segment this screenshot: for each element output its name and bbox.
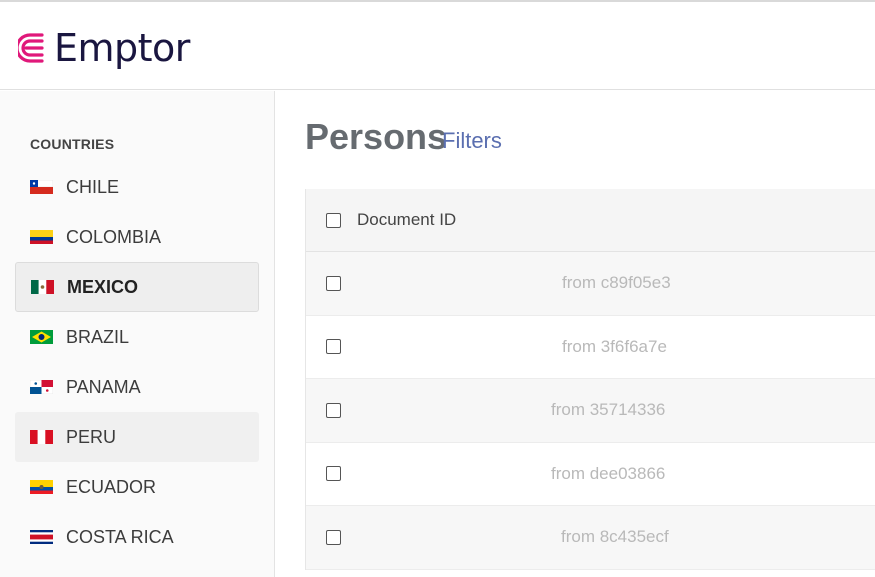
sidebar-item-label: BRAZIL bbox=[66, 326, 130, 347]
document-id-cell: from 35714336 bbox=[551, 400, 666, 420]
document-id-cell: from 8c435ecf bbox=[561, 527, 669, 547]
sidebar-item-label: MEXICO bbox=[67, 276, 139, 297]
sidebar-item-label: PANAMA bbox=[66, 376, 141, 397]
document-id-cell: from c89f05e3 bbox=[562, 273, 671, 293]
sidebar: COUNTRIES CHILE COLOMBIA MEXICO BRAZIL P… bbox=[0, 91, 275, 577]
sidebar-item-peru[interactable]: PERU bbox=[15, 412, 259, 462]
column-header-document-id[interactable]: Document ID bbox=[357, 210, 456, 230]
logo-text: Emptor bbox=[54, 26, 190, 70]
sidebar-item-ecuador[interactable]: ECUADOR bbox=[15, 462, 259, 512]
main-content: Persons Filters Document ID from c89f05e… bbox=[276, 91, 875, 577]
sidebar-item-label: PERU bbox=[66, 426, 117, 447]
sidebar-item-panama[interactable]: PANAMA bbox=[15, 362, 259, 412]
sidebar-item-label: CHILE bbox=[66, 176, 120, 197]
row-checkbox[interactable] bbox=[326, 339, 341, 355]
sidebar-item-brazil[interactable]: BRAZIL bbox=[15, 312, 259, 362]
sidebar-item-label: COSTA RICA bbox=[66, 526, 174, 547]
table-row[interactable]: from dee03866 bbox=[306, 442, 875, 506]
row-checkbox[interactable] bbox=[326, 466, 341, 482]
emptor-logo[interactable]: Emptor bbox=[18, 26, 190, 70]
row-checkbox[interactable] bbox=[326, 529, 341, 545]
table-row[interactable]: from 35714336 bbox=[306, 379, 875, 443]
sidebar-item-colombia[interactable]: COLOMBIA bbox=[15, 212, 259, 262]
sidebar-item-costa-rica[interactable]: COSTA RICA bbox=[15, 512, 259, 562]
chile-flag-icon bbox=[30, 180, 53, 194]
peru-flag-icon bbox=[30, 430, 53, 444]
sidebar-item-label: COLOMBIA bbox=[66, 226, 162, 247]
app-header: Emptor bbox=[0, 2, 875, 90]
sidebar-item-mexico[interactable]: MEXICO bbox=[15, 262, 259, 312]
emptor-logo-icon bbox=[18, 33, 44, 63]
colombia-flag-icon bbox=[30, 230, 53, 244]
select-all-checkbox[interactable] bbox=[326, 212, 341, 228]
ecuador-flag-icon bbox=[30, 480, 53, 494]
document-id-cell: from dee03866 bbox=[551, 463, 666, 483]
filters-link[interactable]: Filters bbox=[442, 128, 502, 154]
sidebar-item-chile[interactable]: CHILE bbox=[15, 162, 259, 212]
table-row[interactable]: from 8c435ecf bbox=[306, 506, 875, 570]
table-header: Document ID bbox=[306, 189, 875, 252]
brazil-flag-icon bbox=[30, 330, 53, 344]
sidebar-item-label: ECUADOR bbox=[66, 476, 157, 497]
country-list: CHILE COLOMBIA MEXICO BRAZIL PANAMA PERU… bbox=[15, 162, 259, 562]
row-checkbox[interactable] bbox=[326, 275, 341, 291]
table-row[interactable]: from c89f05e3 bbox=[306, 252, 875, 316]
document-id-cell: from 3f6f6a7e bbox=[562, 336, 667, 356]
costa-rica-flag-icon bbox=[30, 530, 53, 544]
mexico-flag-icon bbox=[31, 280, 54, 294]
table-row[interactable]: from 3f6f6a7e bbox=[306, 315, 875, 379]
persons-table: Document ID from c89f05e3 from 3f6f6a7e … bbox=[305, 189, 875, 570]
sidebar-heading: COUNTRIES bbox=[30, 136, 115, 152]
page-title: Persons bbox=[305, 116, 448, 157]
row-checkbox[interactable] bbox=[326, 402, 341, 418]
panama-flag-icon bbox=[30, 380, 53, 394]
